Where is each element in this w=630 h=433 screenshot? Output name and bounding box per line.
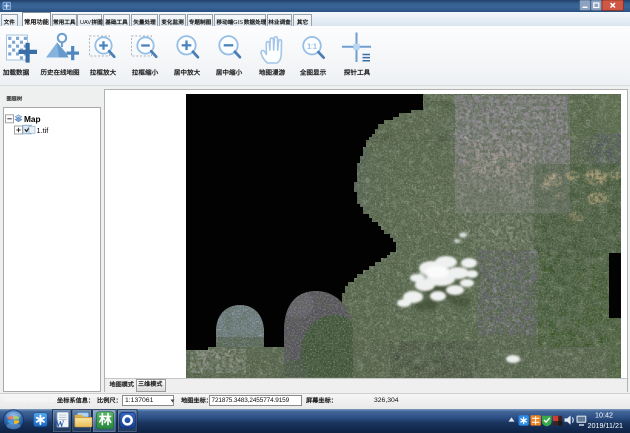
svg-text:10:42: 10:42 [595, 411, 613, 420]
svg-text:2019/11/21: 2019/11/21 [588, 421, 623, 430]
svg-text:UAV: UAV [80, 20, 91, 26]
svg-text:1:1: 1:1 [307, 43, 317, 50]
svg-text:W: W [55, 419, 64, 429]
svg-text:GIS: GIS [233, 20, 243, 26]
